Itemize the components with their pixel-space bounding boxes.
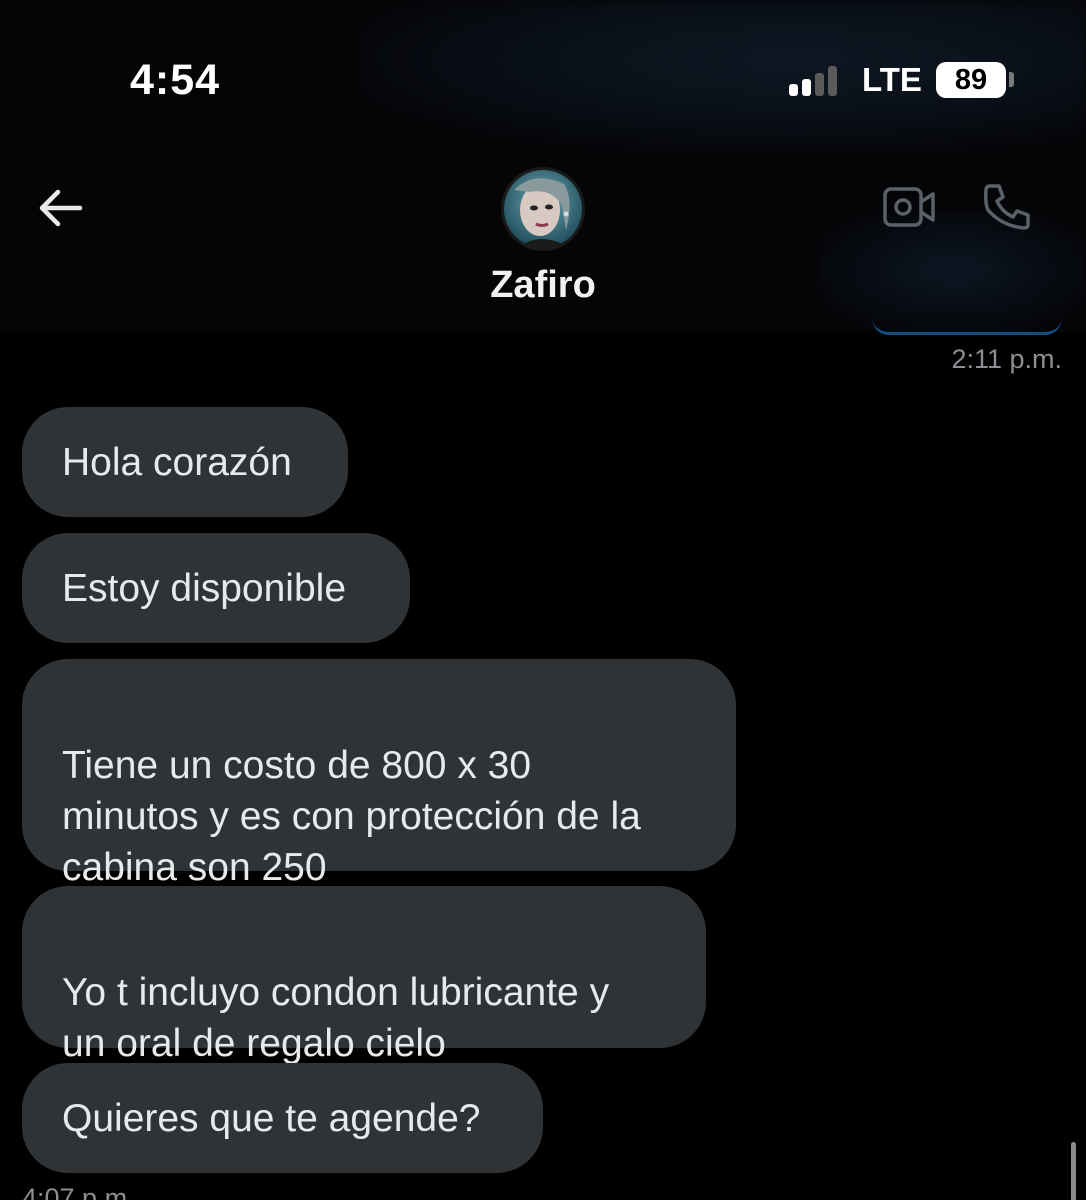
avatar-image <box>504 170 582 248</box>
message-text: Quieres que te agende? <box>62 1097 481 1140</box>
battery-level: 89 <box>954 64 988 96</box>
message-text: Yo t incluyo condon lubricante y un oral… <box>62 971 610 1065</box>
message-bubble[interactable]: Yo t incluyo condon lubricante y un oral… <box>22 886 706 1065</box>
message-timestamp: 4:07 p.m. <box>22 1183 135 1200</box>
message-text: Tiene un costo de 800 x 30 minutos y es … <box>62 744 641 889</box>
video-call-button[interactable] <box>882 184 936 230</box>
video-camera-icon <box>883 187 935 227</box>
phone-icon <box>984 184 1030 230</box>
dm-conversation-screen: 4:54 LTE 89 Zafiro 2:11 p.m. Hola corazó… <box>0 0 1086 1200</box>
voice-call-button[interactable] <box>980 180 1034 234</box>
message-bubble[interactable]: Quieres que te agende? <box>22 1063 543 1173</box>
contact-avatar[interactable] <box>501 167 585 251</box>
message-bubble[interactable]: Tiene un costo de 800 x 30 minutos y es … <box>22 659 736 889</box>
message-text: Estoy disponible <box>62 567 347 610</box>
sent-message-edge <box>872 318 1062 335</box>
battery-icon: 89 <box>936 62 1006 98</box>
message-bubble[interactable]: Hola corazón <box>22 407 348 517</box>
arrow-left-icon <box>39 189 83 227</box>
battery-tip <box>1009 72 1014 87</box>
signal-strength-icon <box>789 66 843 96</box>
message-text: Hola corazón <box>62 441 292 484</box>
status-bar-time: 4:54 <box>130 56 221 104</box>
network-type-label: LTE <box>862 61 922 98</box>
message-bubble[interactable]: Estoy disponible <box>22 533 410 643</box>
scrollbar[interactable] <box>1071 1142 1076 1200</box>
message-timestamp: 2:11 p.m. <box>951 344 1062 374</box>
contact-name[interactable]: Zafiro <box>0 264 1086 307</box>
back-button[interactable] <box>36 186 84 230</box>
